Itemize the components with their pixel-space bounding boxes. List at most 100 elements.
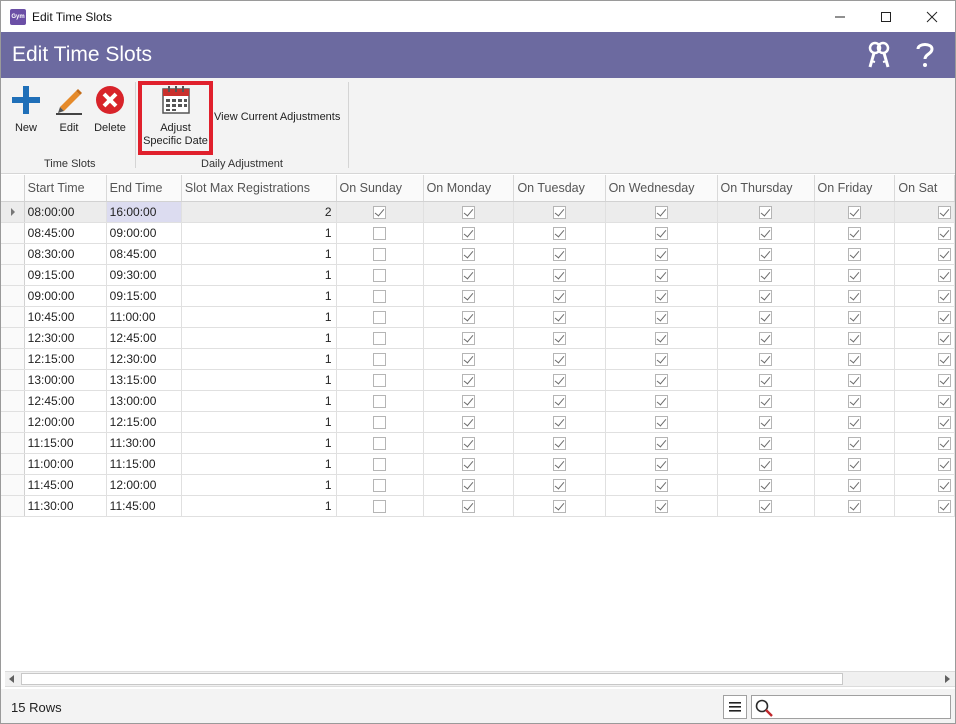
checkbox-friday[interactable] [847, 499, 861, 513]
checkbox-friday[interactable] [847, 415, 861, 429]
column-header-saturday[interactable]: On Sat [894, 175, 955, 202]
checkbox-sunday[interactable] [373, 289, 387, 303]
checkbox-sunday[interactable] [373, 499, 387, 513]
cell-start-time[interactable]: 11:00:00 [24, 453, 107, 475]
checkbox-wednesday[interactable] [654, 499, 668, 513]
checkbox-monday[interactable] [462, 226, 475, 240]
checkbox-tuesday[interactable] [553, 457, 567, 471]
view-current-adjustments-button[interactable]: View Current Adjustments [214, 111, 340, 123]
checkbox-monday[interactable] [462, 268, 475, 282]
checkbox-wednesday[interactable] [654, 268, 668, 282]
checkbox-thursday[interactable] [759, 373, 772, 387]
checkbox-friday[interactable] [847, 310, 861, 324]
checkbox-monday[interactable] [462, 457, 475, 471]
checkbox-saturday[interactable] [938, 268, 952, 282]
checkbox-sunday[interactable] [373, 478, 387, 492]
grid-menu-button[interactable] [723, 695, 747, 719]
edit-button[interactable]: Edit [53, 84, 85, 134]
cell-end-time[interactable]: 16:00:00 [106, 201, 182, 223]
checkbox-friday[interactable] [847, 352, 861, 366]
checkbox-saturday[interactable] [938, 457, 952, 471]
checkbox-wednesday[interactable] [654, 310, 668, 324]
checkbox-sunday[interactable] [373, 436, 387, 450]
cell-start-time[interactable]: 10:45:00 [24, 306, 107, 328]
cell-start-time[interactable]: 12:00:00 [24, 411, 107, 433]
checkbox-saturday[interactable] [938, 289, 952, 303]
checkbox-friday[interactable] [847, 436, 861, 450]
checkbox-saturday[interactable] [938, 436, 952, 450]
keys-button[interactable] [863, 39, 895, 71]
checkbox-saturday[interactable] [938, 478, 952, 492]
delete-button[interactable]: Delete [93, 84, 127, 134]
scrollbar-thumb[interactable] [21, 673, 843, 685]
checkbox-sunday[interactable] [373, 352, 387, 366]
checkbox-monday[interactable] [462, 331, 475, 345]
horizontal-scrollbar[interactable] [5, 671, 955, 687]
column-header-monday[interactable]: On Monday [423, 175, 515, 202]
minimize-button[interactable] [817, 1, 863, 32]
checkbox-saturday[interactable] [938, 247, 952, 261]
checkbox-friday[interactable] [847, 394, 861, 408]
row-indicator[interactable] [1, 264, 25, 286]
checkbox-friday[interactable] [847, 457, 861, 471]
checkbox-friday[interactable] [847, 247, 861, 261]
cell-slot-max[interactable]: 1 [181, 348, 337, 370]
column-header-friday[interactable]: On Friday [814, 175, 896, 202]
checkbox-wednesday[interactable] [654, 352, 668, 366]
cell-start-time[interactable]: 11:45:00 [24, 474, 107, 496]
checkbox-tuesday[interactable] [553, 394, 567, 408]
cell-start-time[interactable]: 13:00:00 [24, 369, 107, 391]
cell-start-time[interactable]: 09:15:00 [24, 264, 107, 286]
cell-end-time[interactable]: 12:00:00 [106, 474, 182, 496]
help-button[interactable] [909, 39, 941, 71]
table-row[interactable]: 11:45:00 12:00:00 1 [1, 474, 955, 496]
cell-end-time[interactable]: 11:45:00 [106, 495, 182, 517]
checkbox-sunday[interactable] [373, 373, 387, 387]
cell-start-time[interactable]: 11:15:00 [24, 432, 107, 454]
checkbox-saturday[interactable] [938, 394, 952, 408]
checkbox-friday[interactable] [847, 268, 861, 282]
checkbox-saturday[interactable] [938, 499, 952, 513]
table-row[interactable]: 12:15:00 12:30:00 1 [1, 348, 955, 370]
row-indicator[interactable] [1, 222, 25, 244]
checkbox-wednesday[interactable] [654, 394, 668, 408]
scroll-left-button[interactable] [5, 672, 19, 686]
checkbox-thursday[interactable] [759, 394, 772, 408]
table-row[interactable]: 09:00:00 09:15:00 1 [1, 285, 955, 307]
cell-start-time[interactable]: 12:45:00 [24, 390, 107, 412]
checkbox-tuesday[interactable] [553, 415, 567, 429]
checkbox-thursday[interactable] [759, 226, 772, 240]
checkbox-sunday[interactable] [373, 331, 387, 345]
checkbox-wednesday[interactable] [654, 226, 668, 240]
row-indicator[interactable] [1, 495, 25, 517]
checkbox-thursday[interactable] [759, 436, 772, 450]
row-indicator[interactable] [1, 327, 25, 349]
cell-end-time[interactable]: 13:00:00 [106, 390, 182, 412]
row-indicator[interactable] [1, 474, 25, 496]
table-row[interactable]: 11:30:00 11:45:00 1 [1, 495, 955, 517]
checkbox-friday[interactable] [847, 373, 861, 387]
cell-start-time[interactable]: 08:45:00 [24, 222, 107, 244]
cell-end-time[interactable]: 13:15:00 [106, 369, 182, 391]
table-row[interactable]: 12:30:00 12:45:00 1 [1, 327, 955, 349]
checkbox-friday[interactable] [847, 289, 861, 303]
cell-slot-max[interactable]: 2 [181, 201, 337, 223]
checkbox-thursday[interactable] [759, 352, 772, 366]
checkbox-tuesday[interactable] [553, 289, 567, 303]
row-indicator[interactable] [1, 243, 25, 265]
maximize-button[interactable] [863, 1, 909, 32]
cell-slot-max[interactable]: 1 [181, 369, 337, 391]
search-box[interactable] [751, 695, 951, 719]
checkbox-monday[interactable] [462, 310, 475, 324]
checkbox-thursday[interactable] [759, 457, 772, 471]
cell-end-time[interactable]: 09:15:00 [106, 285, 182, 307]
row-indicator[interactable] [1, 285, 25, 307]
column-header-slot-max[interactable]: Slot Max Registrations [181, 175, 337, 202]
checkbox-wednesday[interactable] [654, 478, 668, 492]
checkbox-thursday[interactable] [759, 205, 772, 219]
checkbox-tuesday[interactable] [553, 247, 567, 261]
column-header-thursday[interactable]: On Thursday [717, 175, 815, 202]
row-indicator[interactable] [1, 390, 25, 412]
checkbox-tuesday[interactable] [553, 478, 567, 492]
checkbox-thursday[interactable] [759, 310, 772, 324]
